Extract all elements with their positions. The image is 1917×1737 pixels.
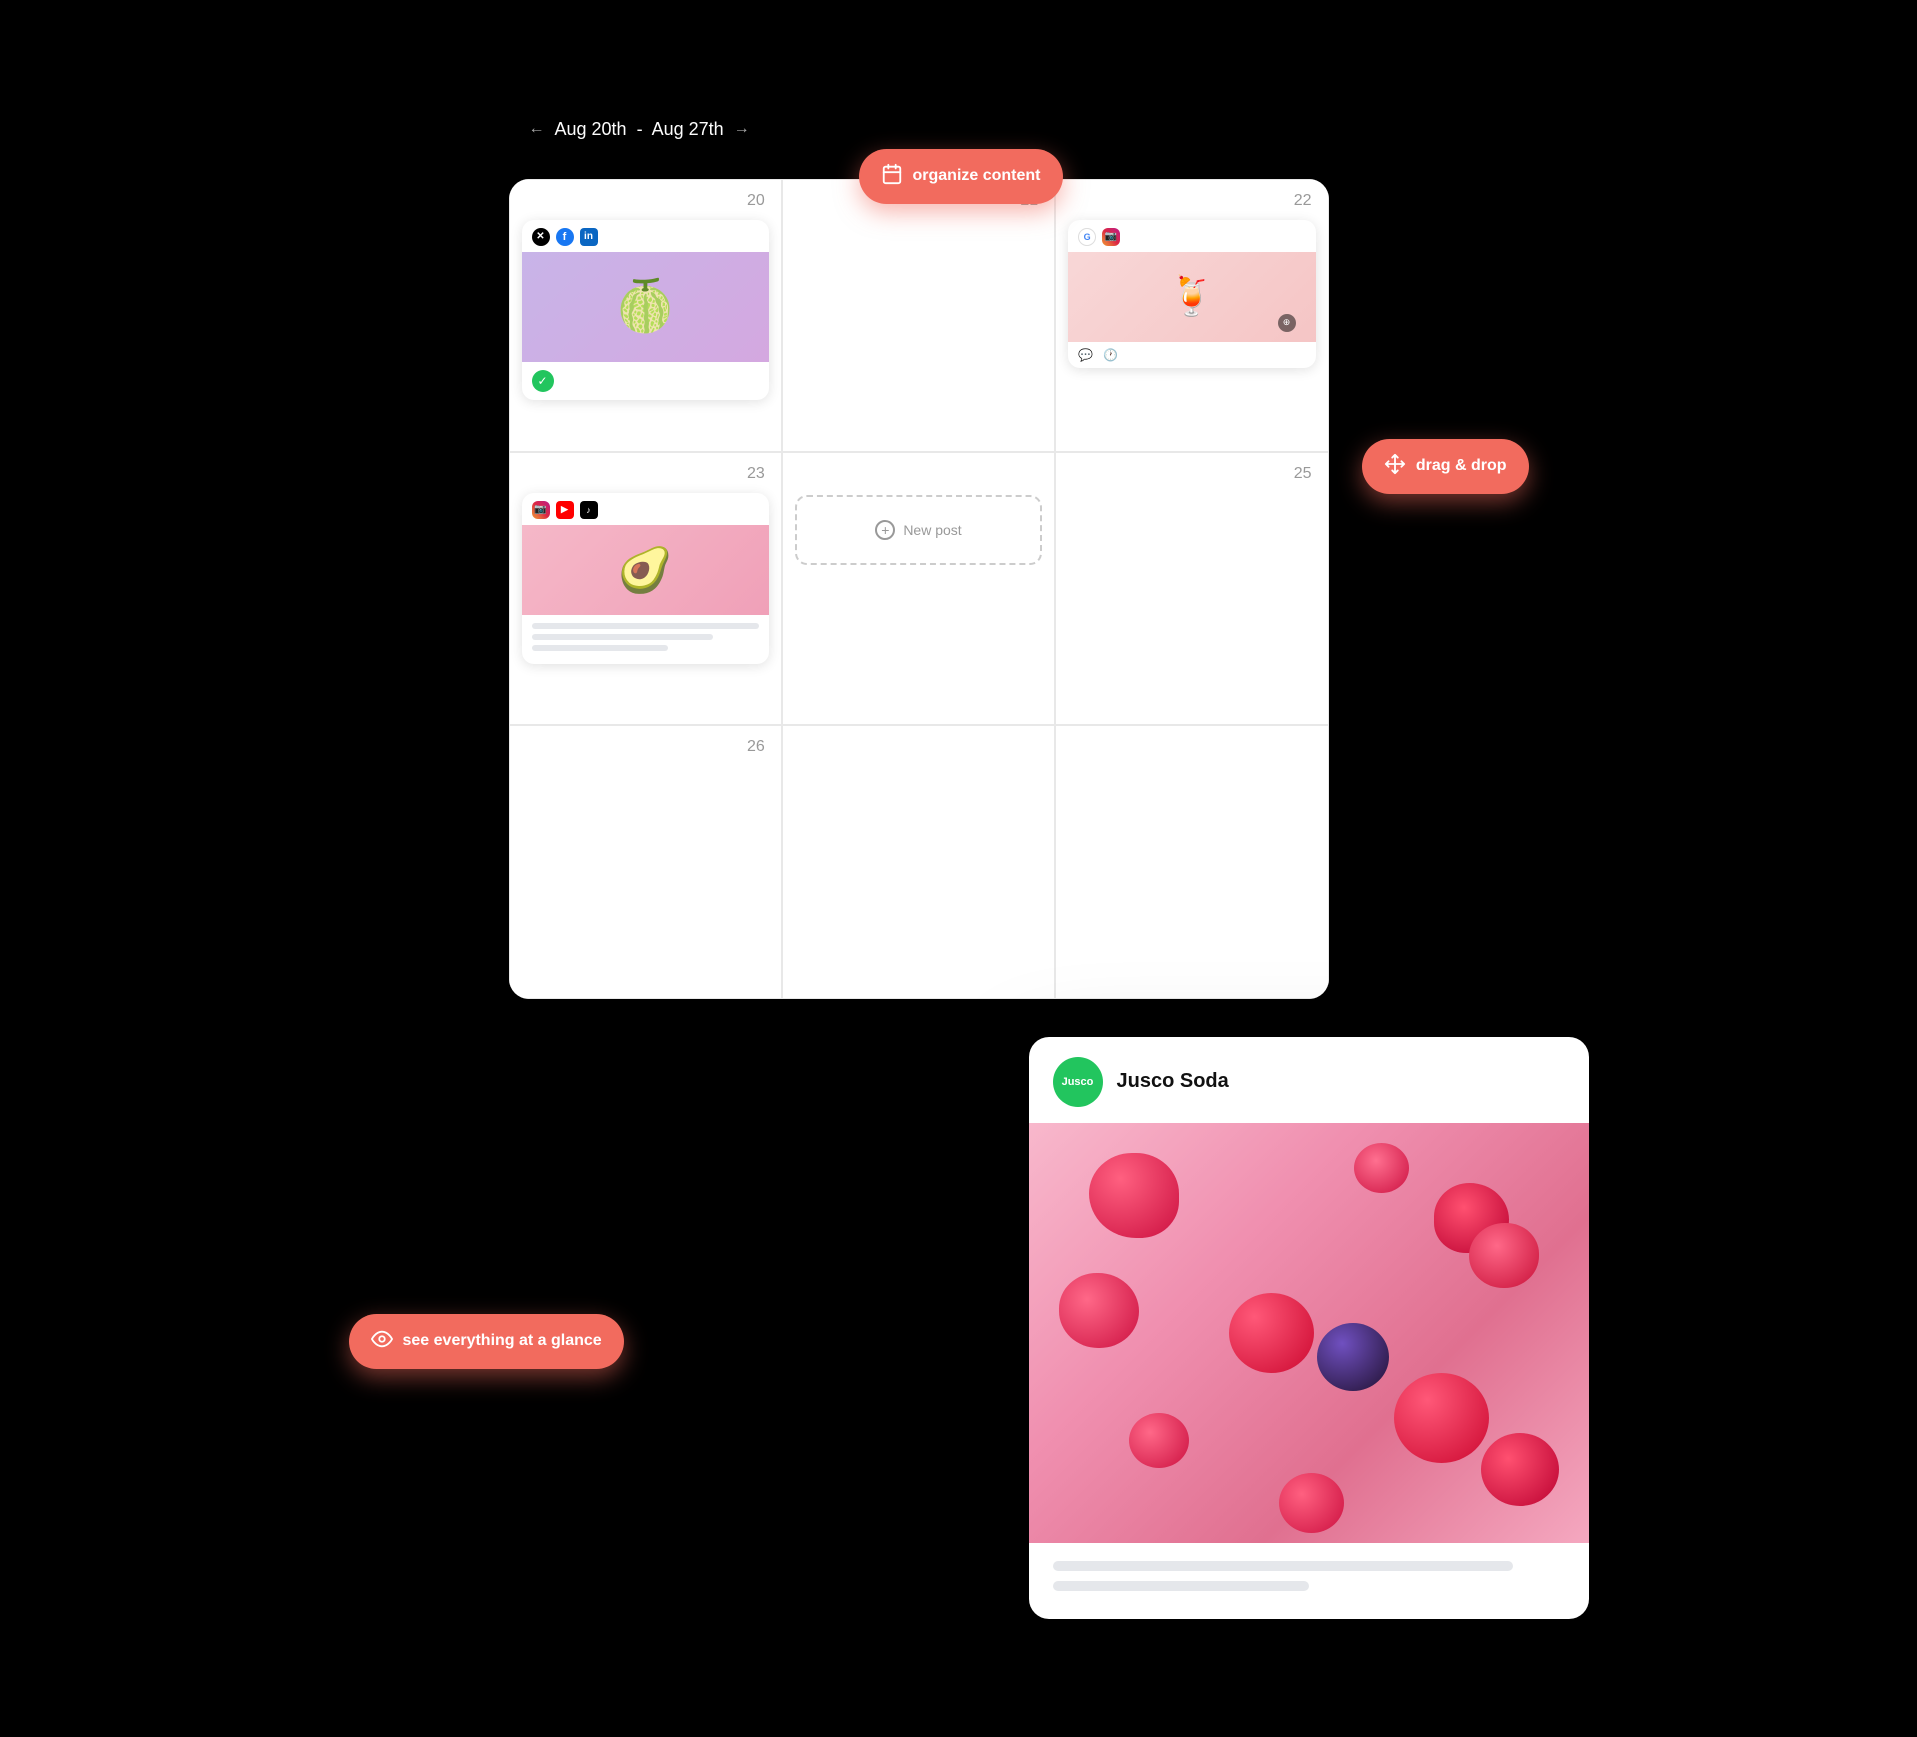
preview-raspberry-image — [1029, 1123, 1589, 1543]
avocado-emoji: 🥑 — [618, 544, 673, 596]
youtube-icon: ▶ — [556, 501, 574, 519]
cal-cell-28 — [1055, 725, 1328, 998]
facebook-icon: f — [556, 228, 574, 246]
next-arrow[interactable]: → — [734, 120, 750, 138]
post-card-avocado-header: 📷 ▶ ♪ — [522, 493, 769, 525]
organize-label: organize content — [913, 167, 1041, 185]
clock-icon: 🕐 — [1103, 348, 1118, 362]
day-number-22: 22 — [1294, 192, 1312, 210]
avocado-image: 🥑 — [522, 525, 769, 615]
eye-icon — [371, 1328, 393, 1355]
new-post-label: New post — [903, 522, 961, 538]
prev-arrow[interactable]: ← — [529, 120, 545, 138]
day-number-23: 23 — [747, 465, 765, 483]
brand-initials: Jusco — [1062, 1076, 1094, 1088]
post-text-lines — [522, 615, 769, 664]
organize-badge: organize content — [859, 149, 1063, 204]
cal-cell-23: 23 📷 ▶ ♪ 🥑 — [509, 452, 782, 725]
glance-label: see everything at a glance — [403, 1332, 602, 1350]
comment-icon: 💬 — [1078, 348, 1093, 362]
cal-cell-26: 26 — [509, 725, 782, 998]
post-card-drink-header: G 📷 — [1068, 220, 1315, 252]
drink-image: 🍹 ⊕ — [1068, 252, 1315, 342]
instagram-icon-2: 📷 — [532, 501, 550, 519]
drag-label: drag & drop — [1416, 457, 1507, 475]
text-line-3 — [532, 645, 668, 651]
melon-emoji: 🍈 — [614, 277, 676, 336]
check-icon: ✓ — [532, 370, 554, 392]
instagram-icon: 📷 — [1102, 228, 1120, 246]
brand-avatar: Jusco — [1053, 1057, 1103, 1107]
drink-meta: 💬 🕐 — [1068, 342, 1315, 368]
move-icon: ⊕ — [1278, 314, 1296, 332]
main-scene: ← Aug 20th - Aug 27th → 20 ✕ f in 🍈 — [409, 119, 1509, 1619]
twitter-icon: ✕ — [532, 228, 550, 246]
google-icon: G — [1078, 228, 1096, 246]
brand-name: Jusco Soda — [1117, 1070, 1229, 1093]
drag-icon — [1384, 453, 1406, 480]
post-card-header: ✕ f in — [522, 220, 769, 252]
date-range-label: Aug 20th - Aug 27th — [555, 119, 724, 140]
calendar-grid: 20 ✕ f in 🍈 ✓ 21 22 — [509, 179, 1329, 999]
day-number-26: 26 — [747, 738, 765, 756]
preview-footer — [1029, 1543, 1589, 1619]
day-number-25: 25 — [1294, 465, 1312, 483]
cal-cell-20: 20 ✕ f in 🍈 ✓ — [509, 179, 782, 452]
preview-text-line-1 — [1053, 1561, 1514, 1571]
preview-text-line-2 — [1053, 1581, 1309, 1591]
cal-cell-22: 22 G 📷 🍹 ⊕ 💬 🕐 — [1055, 179, 1328, 452]
melon-image: 🍈 — [522, 252, 769, 362]
cal-cell-24: + New post — [782, 452, 1055, 725]
plus-icon: + — [875, 520, 895, 540]
cal-cell-21: 21 — [782, 179, 1055, 452]
post-preview-card: Jusco Jusco Soda — [1029, 1037, 1589, 1619]
new-post-button[interactable]: + New post — [795, 495, 1042, 565]
tiktok-icon: ♪ — [580, 501, 598, 519]
linkedin-icon: in — [580, 228, 598, 246]
cal-cell-27 — [782, 725, 1055, 998]
calendar-icon — [881, 163, 903, 190]
day-number-20: 20 — [747, 192, 765, 210]
preview-header: Jusco Jusco Soda — [1029, 1037, 1589, 1123]
glance-badge: see everything at a glance — [349, 1314, 624, 1369]
post-card-drink[interactable]: G 📷 🍹 ⊕ 💬 🕐 — [1068, 220, 1315, 368]
text-line-1 — [532, 623, 759, 629]
date-range: ← Aug 20th - Aug 27th → — [529, 119, 750, 140]
text-line-2 — [532, 634, 714, 640]
drag-badge: drag & drop — [1362, 439, 1529, 494]
post-card-footer: ✓ — [522, 362, 769, 400]
post-card-avocado[interactable]: 📷 ▶ ♪ 🥑 — [522, 493, 769, 664]
post-card-melon[interactable]: ✕ f in 🍈 ✓ — [522, 220, 769, 400]
cal-cell-25: 25 — [1055, 452, 1328, 725]
